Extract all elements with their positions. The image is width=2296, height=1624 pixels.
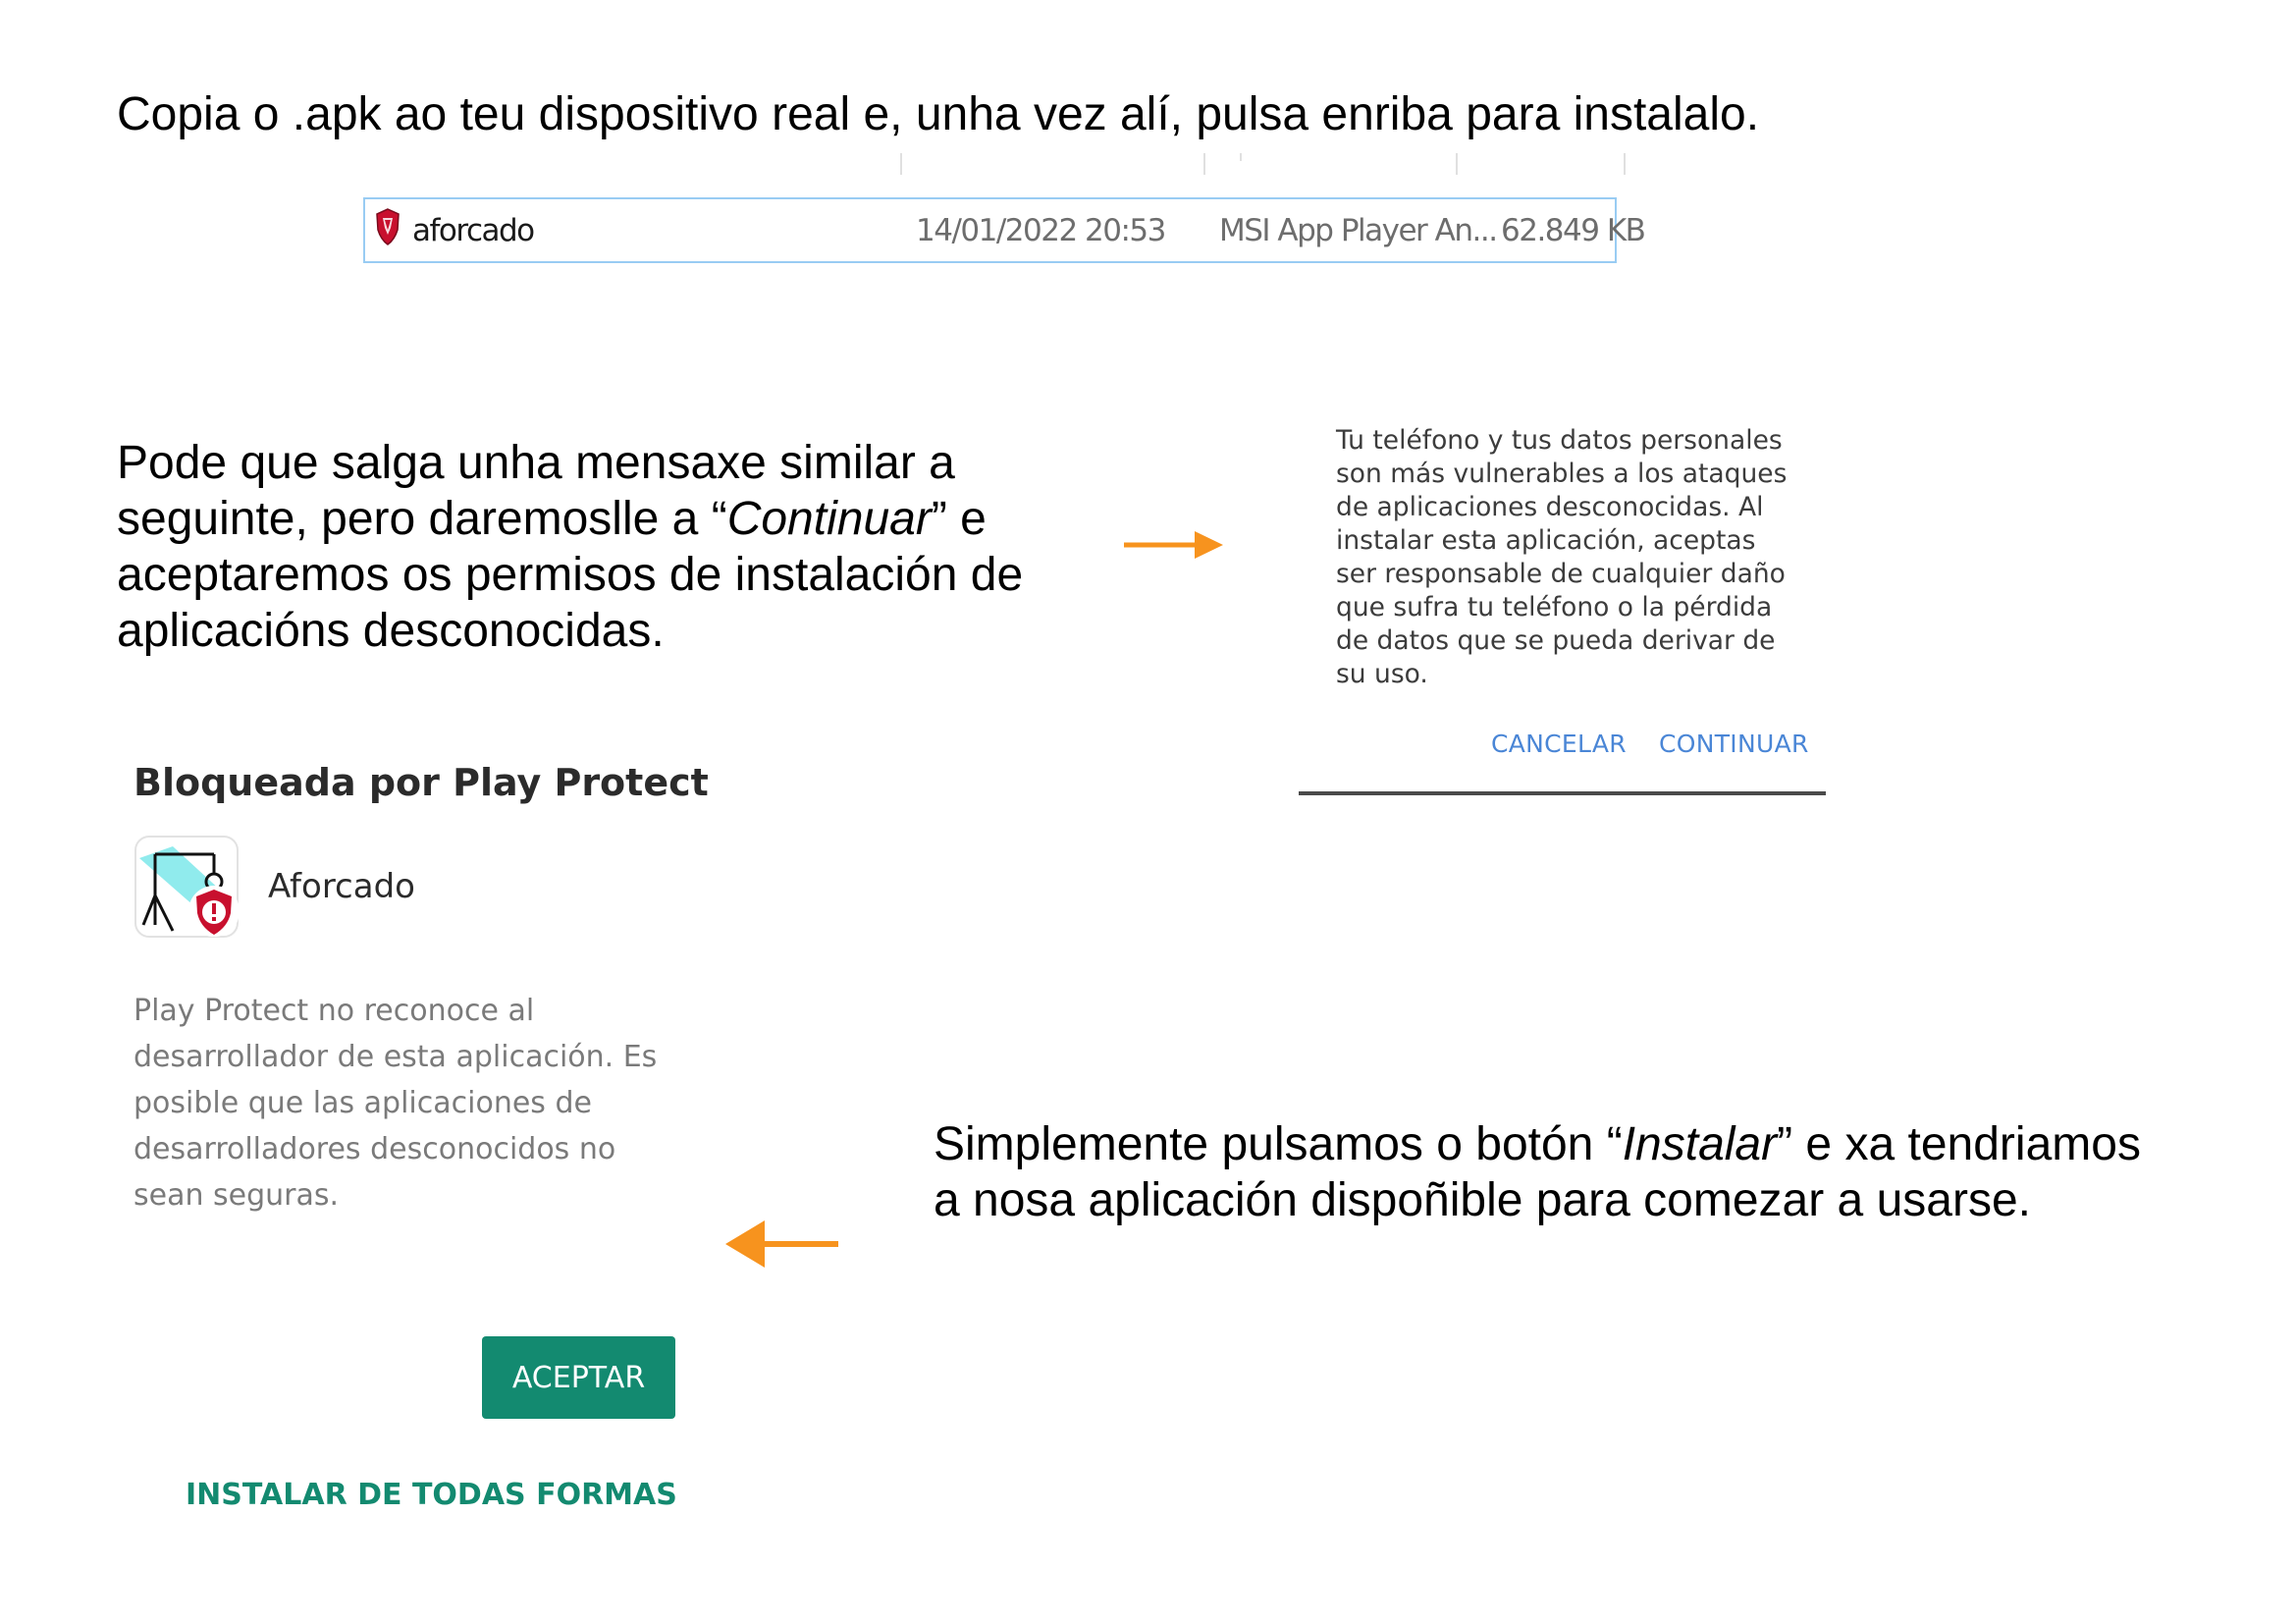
step3-emphasis: Instalar (1622, 1118, 1778, 1170)
column-divider (1240, 153, 1242, 161)
arrow-right-icon (1124, 531, 1223, 559)
file-type: MSI App Player An... (1219, 213, 1498, 248)
aforcado-app-icon (133, 835, 241, 941)
file-size: 62.849 KB (1501, 213, 1646, 248)
play-protect-app-name: Aforcado (268, 867, 415, 906)
install-anyway-button[interactable]: INSTALAR DE TODAS FORMAS (186, 1478, 677, 1512)
file-date: 14/01/2022 20:53 (916, 213, 1166, 248)
step1-instruction: Copia o .apk ao teu dispositivo real e, … (117, 88, 1760, 140)
step3-text-before: Simplemente pulsamos o botón “ (934, 1118, 1623, 1170)
arrow-left-icon (725, 1220, 838, 1268)
cancel-button[interactable]: CANCELAR (1491, 730, 1627, 758)
column-divider (1203, 153, 1205, 175)
column-divider (1456, 153, 1458, 175)
play-protect-title: Bloqueada por Play Protect (133, 761, 709, 804)
accept-button[interactable]: ACEPTAR (482, 1336, 675, 1419)
step2-emphasis: Continuar (726, 493, 932, 545)
play-protect-message: Play Protect no reconoce al desarrollado… (133, 994, 658, 1213)
continue-button[interactable]: CONTINUAR (1659, 730, 1809, 758)
msi-app-icon (375, 208, 400, 253)
dialog-bottom-divider (1299, 791, 1826, 795)
column-divider (1624, 153, 1626, 175)
file-row-aforcado[interactable]: aforcado 14/01/2022 20:53 MSI App Player… (363, 197, 1646, 263)
column-divider (900, 153, 902, 175)
unknown-apps-warning-message: Tu teléfono y tus datos personales son m… (1336, 425, 1788, 689)
file-name: aforcado (412, 213, 535, 248)
step2-instruction: Pode que salga unha mensaxe similar a se… (117, 435, 1059, 659)
step3-instruction: Simplemente pulsamos o botón “Instalar” … (934, 1116, 2141, 1228)
